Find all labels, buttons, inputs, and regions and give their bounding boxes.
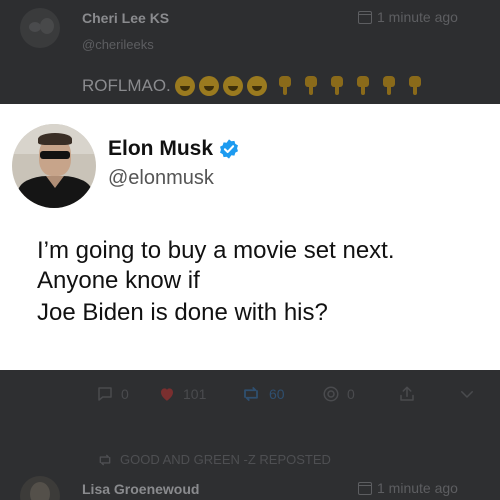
tweet-author-handle: @elonmusk xyxy=(108,167,214,189)
post-timestamp[interactable]: 1 minute ago xyxy=(358,480,458,496)
pointing-down-emoji-icon xyxy=(277,76,293,96)
repost-icon xyxy=(99,454,111,465)
views-count: 0 xyxy=(347,386,355,402)
tweet-avatar xyxy=(12,124,96,208)
repost-label-text[interactable]: GOOD AND GREEN -Z REPOSTED xyxy=(120,452,331,467)
post-actions-bar: 0 101 60 0 xyxy=(0,370,500,430)
tweet-text-line: I’m going to buy a movie set next. xyxy=(37,237,395,264)
calendar-icon xyxy=(358,481,372,495)
pointing-down-emoji-icon xyxy=(381,76,397,96)
pointing-down-emoji-icon xyxy=(329,76,345,96)
post-time-text: 1 minute ago xyxy=(377,9,458,25)
pointing-down-emoji-icon xyxy=(407,76,423,96)
post-text-content: ROFLMAO. xyxy=(82,76,171,95)
like-count: 101 xyxy=(183,386,207,402)
repost-count: 60 xyxy=(269,386,285,402)
embedded-tweet-image[interactable]: Elon Musk @elonmusk I’m going to buy a m… xyxy=(0,104,500,370)
repost-button[interactable]: 60 xyxy=(240,385,285,403)
share-button[interactable] xyxy=(398,385,416,403)
laughing-emoji-icon xyxy=(174,76,195,96)
tweet-text-line: Anyone know if xyxy=(37,267,200,294)
laughing-emoji-icon xyxy=(246,76,267,96)
like-button[interactable]: 101 xyxy=(158,385,206,403)
avatar[interactable] xyxy=(20,476,60,500)
post-author-name[interactable]: Lisa Groenewoud xyxy=(82,481,199,497)
post-author-handle[interactable]: @cherileeks xyxy=(82,37,154,52)
avatar[interactable] xyxy=(20,8,60,48)
laughing-emoji-icon xyxy=(222,76,243,96)
post-text: ROFLMAO. xyxy=(82,76,423,96)
pointing-down-emoji-icon xyxy=(303,76,319,96)
tweet-author-name: Elon Musk xyxy=(108,137,214,160)
reply-button[interactable]: 0 xyxy=(96,385,129,403)
heart-icon xyxy=(161,388,173,401)
repost-icon xyxy=(244,387,258,401)
laughing-emoji-icon xyxy=(198,76,219,96)
repost-label: GOOD AND GREEN -Z REPOSTED xyxy=(96,452,331,467)
reply-icon xyxy=(98,387,112,401)
more-options-button[interactable] xyxy=(458,385,476,403)
pointing-down-emoji-icon xyxy=(355,76,371,96)
chevron-down-icon xyxy=(461,391,473,398)
post-timestamp[interactable]: 1 minute ago xyxy=(358,9,458,25)
post-author-name[interactable]: Cheri Lee KS xyxy=(82,10,169,26)
views-icon xyxy=(323,386,339,402)
views-button[interactable]: 0 xyxy=(322,385,355,403)
tweet-author: Elon Musk xyxy=(108,137,240,161)
verified-badge-icon xyxy=(218,138,240,160)
reply-count: 0 xyxy=(121,386,129,402)
calendar-icon xyxy=(358,10,372,24)
share-icon xyxy=(400,386,414,401)
tweet-text-line: Joe Biden is done with his? xyxy=(37,299,328,326)
post-cheri: Cheri Lee KS @cherileeks 1 minute ago RO… xyxy=(0,0,500,104)
post-time-text: 1 minute ago xyxy=(377,480,458,496)
